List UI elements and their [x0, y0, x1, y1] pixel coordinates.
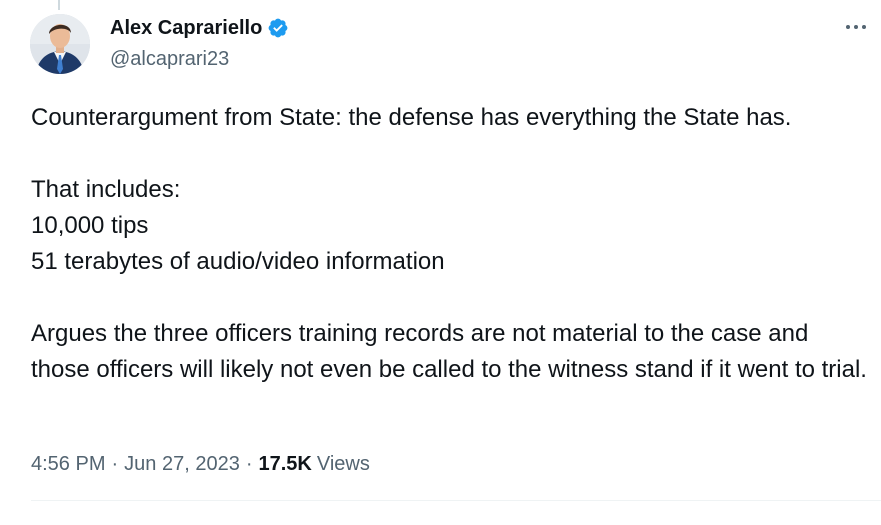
divider	[31, 500, 881, 501]
tweet-line: That includes:	[31, 176, 181, 203]
tweet-time[interactable]: 4:56 PM	[31, 449, 105, 479]
tweet-line: 10,000 tips	[31, 212, 149, 239]
author-display-name[interactable]: Alex Caprariello	[110, 14, 262, 42]
tweet-date[interactable]: Jun 27, 2023	[124, 449, 240, 479]
tweet-line-gap	[31, 136, 871, 172]
tweet-line-gap	[31, 280, 871, 316]
meta-separator: ·	[111, 453, 119, 475]
avatar[interactable]	[30, 14, 90, 74]
thread-connector-line	[58, 0, 60, 10]
views-count[interactable]: 17.5K	[258, 449, 311, 479]
tweet-metadata: 4:56 PM · Jun 27, 2023 · 17.5K Views	[31, 449, 370, 479]
views-label: Views	[316, 453, 370, 475]
tweet-line: Argues the three officers training recor…	[31, 320, 867, 383]
tweet-line: 51 terabytes of audio/video information	[31, 248, 445, 275]
meta-separator: ·	[245, 453, 253, 475]
author-name-row: Alex Caprariello	[110, 14, 289, 42]
verified-badge-icon[interactable]	[267, 17, 289, 39]
author-handle[interactable]: @alcaprari23	[110, 45, 229, 73]
more-options-icon[interactable]	[839, 12, 873, 42]
tweet-text: Counterargument from State: the defense …	[31, 100, 871, 388]
tweet-line: Counterargument from State: the defense …	[31, 104, 792, 131]
